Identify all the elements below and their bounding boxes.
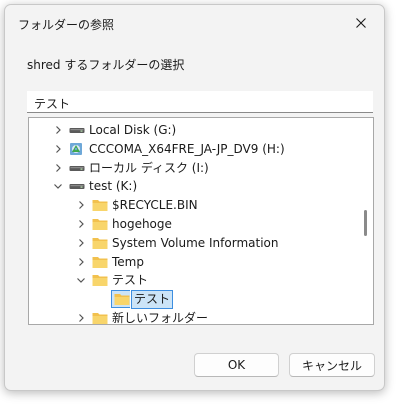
- cancel-button[interactable]: キャンセル: [289, 353, 375, 377]
- tree-item-label: System Volume Information: [112, 235, 279, 250]
- disc-icon: [69, 142, 85, 156]
- chevron-right-icon[interactable]: [76, 238, 86, 248]
- tree-item-label: $RECYCLE.BIN: [112, 198, 198, 213]
- folder-path-field: テスト: [27, 91, 373, 113]
- tree-item[interactable]: Local Disk (G:): [29, 121, 351, 140]
- tree-item[interactable]: hogehoge: [29, 215, 351, 234]
- folder-icon: [111, 290, 130, 309]
- tree-item-label: 新しいフォルダー: [112, 311, 209, 325]
- folder-icon: [92, 273, 108, 287]
- ok-button[interactable]: OK: [194, 353, 279, 377]
- folder-icon: [92, 255, 108, 269]
- tree-item-label: テスト: [112, 273, 149, 288]
- title-bar[interactable]: フォルダーの参照: [5, 5, 384, 41]
- folder-tree[interactable]: Local Disk (G:) CCCOMA_X64FRE_JA-JP_DV9 (…: [28, 117, 374, 325]
- tree-item[interactable]: テスト: [29, 271, 351, 290]
- chevron-right-icon[interactable]: [76, 200, 86, 210]
- folder-icon: [92, 217, 108, 231]
- chevron-right-icon[interactable]: [76, 219, 86, 229]
- close-button[interactable]: [338, 5, 384, 41]
- dialog-title: フォルダーの参照: [18, 18, 115, 32]
- tree-item[interactable]: 新しいフォルダー: [29, 309, 351, 325]
- folder-icon: [92, 236, 108, 250]
- tree-item[interactable]: Temp: [29, 253, 351, 272]
- chevron-right-icon[interactable]: [76, 313, 86, 323]
- drive-icon: [69, 179, 85, 193]
- tree-item-label: ローカル ディスク (I:): [89, 160, 209, 175]
- tree-item[interactable]: CCCOMA_X64FRE_JA-JP_DV9 (H:): [29, 140, 351, 159]
- chevron-right-icon[interactable]: [53, 144, 63, 154]
- tree-item[interactable]: System Volume Information: [29, 234, 351, 253]
- dialog-description: shred するフォルダーの選択: [27, 58, 185, 72]
- tree-item[interactable]: ローカル ディスク (I:): [29, 159, 351, 178]
- tree-item[interactable]: test (K:): [29, 177, 351, 196]
- tree-item-label: Local Disk (G:): [89, 123, 177, 137]
- chevron-right-icon[interactable]: [53, 163, 63, 173]
- tree-item-label: CCCOMA_X64FRE_JA-JP_DV9 (H:): [89, 141, 285, 156]
- tree-item-label: テスト: [131, 290, 174, 310]
- tree-item[interactable]: $RECYCLE.BIN: [29, 196, 351, 215]
- tree-item-label: Temp: [112, 254, 144, 269]
- chevron-right-icon[interactable]: [76, 257, 86, 267]
- tree-item[interactable]: テスト: [29, 290, 351, 310]
- browse-folder-dialog: フォルダーの参照 shred するフォルダーの選択 テスト Local Disk…: [4, 4, 385, 391]
- chevron-down-icon[interactable]: [76, 275, 86, 285]
- tree-item-label: hogehoge: [112, 217, 172, 231]
- chevron-right-icon[interactable]: [53, 125, 63, 135]
- tree-item-label: test (K:): [89, 179, 138, 194]
- drive-icon: [69, 123, 85, 137]
- tree-scrollbar-thumb[interactable]: [364, 210, 367, 236]
- folder-icon: [92, 198, 108, 212]
- folder-icon: [92, 311, 108, 324]
- drive-icon: [69, 161, 85, 175]
- close-icon: [356, 18, 366, 28]
- chevron-down-icon[interactable]: [53, 181, 63, 191]
